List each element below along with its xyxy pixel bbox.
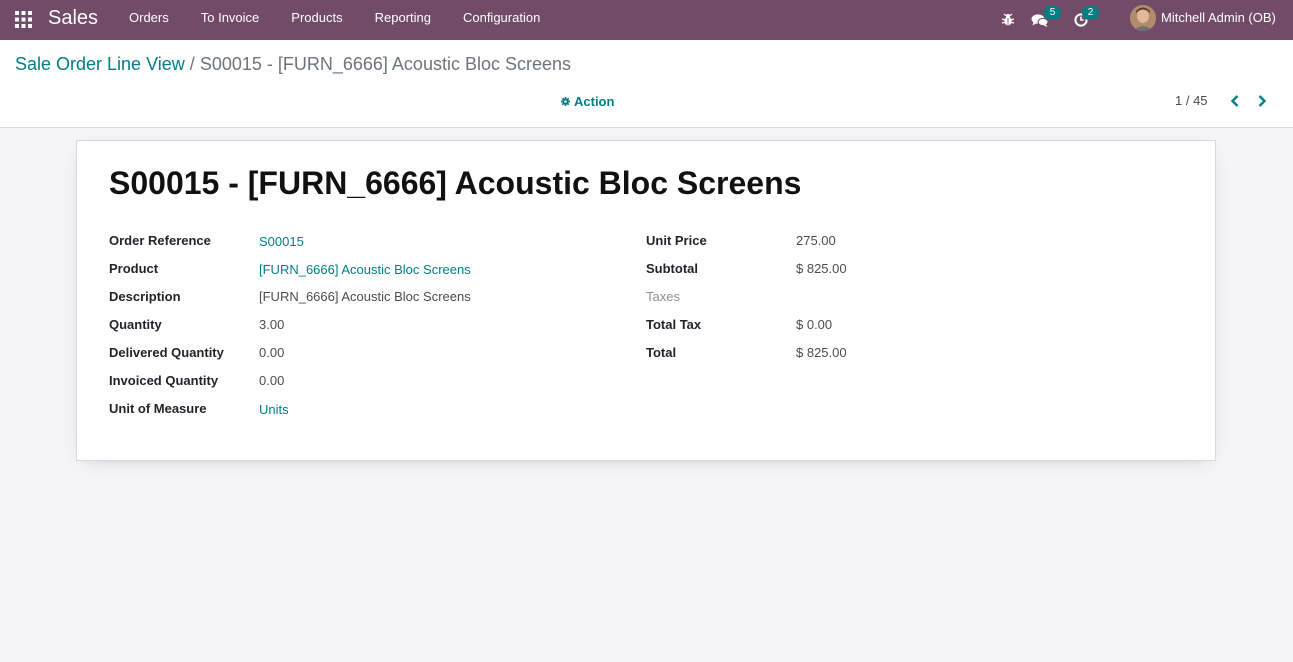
gear-icon [561, 94, 570, 109]
menu-configuration[interactable]: Configuration [447, 0, 556, 40]
unit-price-value: 275.00 [796, 233, 836, 248]
menu-reporting[interactable]: Reporting [359, 0, 447, 40]
label-delivered-quantity: Delivered Quantity [109, 345, 224, 360]
delivered-quantity-value: 0.00 [259, 345, 285, 360]
form-sheet: S00015 - [FURN_6666] Acoustic Bloc Scree… [76, 140, 1216, 461]
app-brand[interactable]: Sales [48, 7, 98, 30]
bug-icon [1001, 13, 1015, 27]
debug-menu[interactable] [1001, 0, 1015, 40]
pager-previous-button[interactable] [1229, 93, 1243, 109]
menu-products[interactable]: Products [275, 0, 358, 40]
messages-count-badge: 5 [1044, 6, 1061, 20]
breadcrumb: Sale Order Line View / S00015 - [FURN_66… [15, 54, 571, 75]
record-title: S00015 - [FURN_6666] Acoustic Bloc Scree… [109, 165, 802, 201]
unit-of-measure-link[interactable]: Units [259, 402, 289, 417]
quantity-value: 3.00 [259, 317, 285, 332]
label-total-tax: Total Tax [646, 317, 702, 332]
label-total: Total [646, 345, 677, 360]
main-navbar: Sales Orders To Invoice Products Reporti… [0, 0, 1293, 40]
apps-grid-icon[interactable] [15, 11, 32, 28]
chevron-left-icon [1229, 93, 1243, 109]
action-button[interactable]: Action [561, 94, 614, 109]
menu-orders[interactable]: Orders [113, 0, 185, 40]
breadcrumb-separator: / [189, 54, 195, 74]
label-product: Product [109, 261, 159, 276]
label-order-reference: Order Reference [109, 233, 211, 248]
activities-count-badge: 2 [1082, 6, 1099, 20]
top-menu: Orders To Invoice Products Reporting Con… [113, 0, 556, 40]
pager-next-button[interactable] [1256, 93, 1270, 109]
menu-to-invoice[interactable]: To Invoice [185, 0, 276, 40]
label-taxes: Taxes [646, 289, 680, 304]
label-unit-price: Unit Price [646, 233, 707, 248]
label-quantity: Quantity [109, 317, 162, 332]
avatar[interactable] [1130, 5, 1156, 31]
description-value: [FURN_6666] Acoustic Bloc Screens [259, 289, 471, 304]
action-button-label: Action [574, 94, 615, 109]
label-subtotal: Subtotal [646, 261, 698, 276]
subtotal-value: $ 825.00 [796, 261, 847, 276]
messaging-menu[interactable] [1031, 0, 1049, 40]
label-description: Description [109, 289, 181, 304]
label-unit-of-measure: Unit of Measure [109, 401, 207, 416]
user-menu-name[interactable]: Mitchell Admin (OB) [1161, 10, 1276, 25]
label-invoiced-quantity: Invoiced Quantity [109, 373, 219, 388]
total-value: $ 825.00 [796, 345, 847, 360]
total-tax-value: $ 0.00 [796, 317, 833, 332]
order-reference-link[interactable]: S00015 [259, 234, 304, 249]
chevron-right-icon [1256, 93, 1270, 109]
invoiced-quantity-value: 0.00 [259, 373, 285, 388]
product-link[interactable]: [FURN_6666] Acoustic Bloc Screens [259, 262, 471, 277]
pager-value[interactable]: 1 / 45 [1175, 93, 1208, 108]
breadcrumb-parent-link[interactable]: Sale Order Line View [15, 54, 185, 74]
control-panel: Sale Order Line View / S00015 - [FURN_66… [0, 40, 1293, 128]
breadcrumb-current: S00015 - [FURN_6666] Acoustic Bloc Scree… [199, 54, 572, 74]
